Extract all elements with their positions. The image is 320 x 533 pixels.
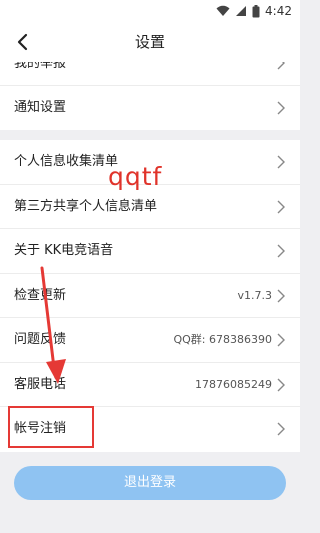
- phone-value: 17876085249: [195, 377, 272, 391]
- row-label: 第三方共享个人信息清单: [14, 198, 158, 214]
- logout-button[interactable]: 退出登录: [14, 466, 286, 500]
- qq-group-value: QQ群: 678386390: [173, 333, 272, 346]
- row-label: 帐号注销: [14, 421, 67, 436]
- settings-row-third-party-sharing[interactable]: 第三方共享个人信息清单: [0, 185, 300, 229]
- row-label: 客服电话: [14, 376, 67, 392]
- settings-group-top: 我的举报 通知设置: [0, 62, 300, 130]
- signal-icon: [235, 5, 247, 17]
- status-bar: 4:42: [0, 0, 300, 22]
- page-title: 设置: [134, 33, 165, 51]
- row-label: 问题反馈: [14, 332, 67, 347]
- chevron-right-icon: [277, 378, 285, 391]
- chevron-right-icon: [277, 62, 285, 70]
- back-chevron-icon: [17, 33, 28, 51]
- row-label: 检查更新: [14, 287, 67, 303]
- back-button[interactable]: [8, 28, 36, 56]
- watermark-text: qqtf: [108, 162, 163, 191]
- chevron-right-icon: [277, 101, 285, 115]
- chevron-right-icon: [277, 200, 285, 213]
- status-icons: 4:42: [216, 3, 292, 19]
- chevron-right-icon: [277, 333, 285, 347]
- version-value: v1.7.3: [237, 288, 273, 302]
- settings-row-notifications[interactable]: 通知设置: [0, 86, 300, 130]
- row-label: 个人信息收集清单: [14, 154, 119, 169]
- settings-row-customer-service[interactable]: 客服电话 17876085249: [0, 363, 300, 407]
- settings-row-my-reports[interactable]: 我的举报: [0, 62, 300, 86]
- wifi-icon: [216, 5, 230, 17]
- battery-icon: [252, 4, 260, 18]
- chevron-right-icon: [277, 244, 285, 258]
- row-label: 通知设置: [14, 100, 67, 115]
- settings-row-check-update[interactable]: 检查更新 v1.7.3: [0, 274, 300, 318]
- settings-row-about[interactable]: 关于 KK电竞语音: [0, 229, 300, 274]
- header-bar: 设置: [0, 22, 300, 62]
- row-label: 我的举报: [14, 62, 67, 71]
- chevron-right-icon: [277, 155, 285, 169]
- row-label: 关于 KK电竞语音: [14, 243, 114, 258]
- chevron-right-icon: [277, 422, 285, 436]
- settings-row-feedback[interactable]: 问题反馈 QQ群: 678386390: [0, 318, 300, 363]
- status-time: 4:42: [265, 4, 292, 18]
- chevron-right-icon: [277, 289, 285, 302]
- settings-row-delete-account[interactable]: 帐号注销: [0, 407, 300, 452]
